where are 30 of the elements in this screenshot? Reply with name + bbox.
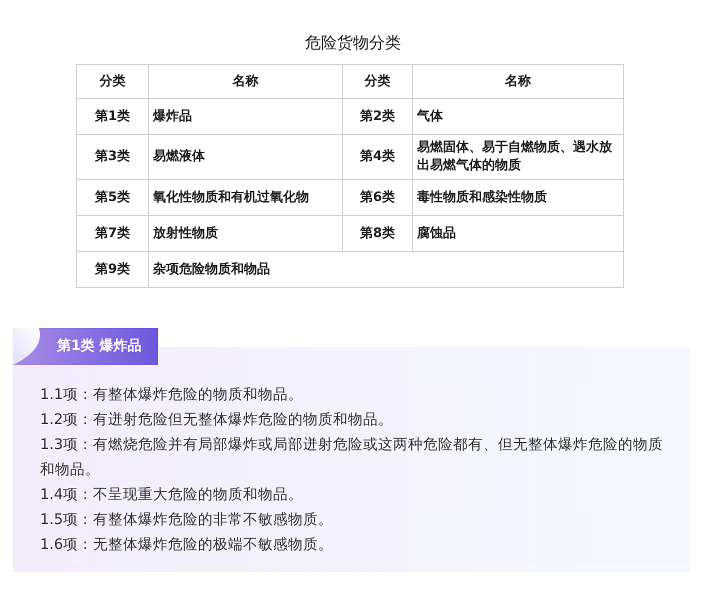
page-curl-icon [13, 328, 43, 365]
table-cell: 第5类 [76, 180, 148, 216]
list-item-text: 1.1项：有整体爆炸危险的物质和物品。 [40, 386, 304, 405]
column-header: 分类 [76, 64, 148, 98]
table-cell: 腐蚀品 [412, 216, 624, 252]
list-item-text: 1.2项：有迸射危险但无整体爆炸危险的物质和物品。 [40, 410, 394, 430]
table-cell: 爆炸品 [148, 98, 342, 134]
table-cell: 氧化性物质和有机过氧化物 [148, 180, 342, 216]
table-cell: 放射性物质 [148, 216, 342, 252]
column-header: 分类 [342, 64, 412, 98]
table-cell: 第7类 [76, 216, 148, 252]
table-cell: 第4类 [342, 134, 412, 180]
column-header: 名称 [412, 64, 624, 98]
table-cell: 毒性物质和感染性物质 [412, 180, 624, 216]
list-item-text: 1.3项：有燃烧危险并有局部爆炸或局部迸射危险或这两种危险都有、但无整体爆炸危险的物质和物品。 [40, 436, 664, 480]
table-cell: 第8类 [342, 216, 412, 252]
table-cell: 气体 [412, 98, 624, 134]
column-header: 名称 [148, 64, 342, 98]
list-item-text: 1.4项：不呈现重大危险的物质和物品。 [40, 486, 304, 505]
table-cell: 易燃液体 [148, 134, 342, 180]
table-cell: 杂项危险物质和物品 [148, 252, 624, 288]
table-cell: 第6类 [342, 180, 412, 216]
table-cell: 第9类 [76, 252, 148, 288]
list-item-text: 1.5项：有整体爆炸危险的非常不敏感物质。 [40, 511, 334, 530]
table-title: 危险货物分类 [304, 32, 402, 54]
table-cell: 易燃固体、易于自燃物质、遇水放出易燃气体的物质 [412, 134, 624, 180]
table-cell: 第3类 [76, 134, 148, 180]
table-cell: 第1类 [76, 98, 148, 134]
table-cell: 第2类 [342, 98, 412, 134]
list-item-text: 1.6项：无整体爆炸危险的极端不敏感物质。 [40, 536, 334, 555]
